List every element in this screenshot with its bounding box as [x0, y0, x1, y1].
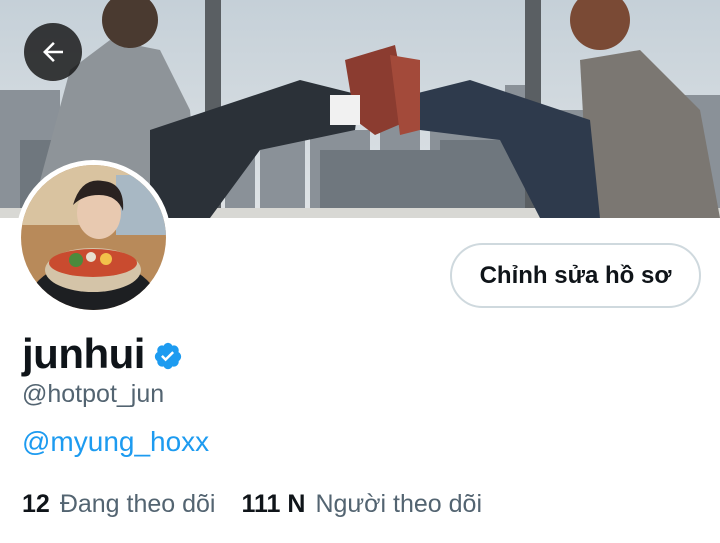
display-name: junhui [22, 330, 145, 377]
profile-stats: 12 Đang theo dõi 111 N Người theo dõi [22, 490, 482, 519]
profile-name-row: junhui [22, 330, 183, 378]
profile-handle: @hotpot_jun [22, 380, 165, 408]
verified-badge-icon[interactable] [153, 341, 183, 371]
following-label: Đang theo dõi [59, 490, 216, 518]
followers-stat[interactable]: 111 N Người theo dõi [242, 490, 483, 519]
edit-profile-button[interactable]: Chỉnh sửa hồ sơ [450, 243, 701, 308]
arrow-left-icon [43, 42, 63, 62]
edit-profile-label: Chỉnh sửa hồ sơ [479, 261, 672, 289]
back-button[interactable] [24, 23, 82, 81]
following-stat[interactable]: 12 Đang theo dõi [22, 490, 216, 519]
avatar[interactable] [16, 160, 171, 315]
following-count: 12 [22, 490, 50, 518]
followers-label: Người theo dõi [315, 490, 483, 518]
bio-mention-link[interactable]: @myung_hoxx [22, 426, 209, 458]
followers-count: 111 N [241, 490, 306, 518]
avatar-image [21, 165, 166, 310]
